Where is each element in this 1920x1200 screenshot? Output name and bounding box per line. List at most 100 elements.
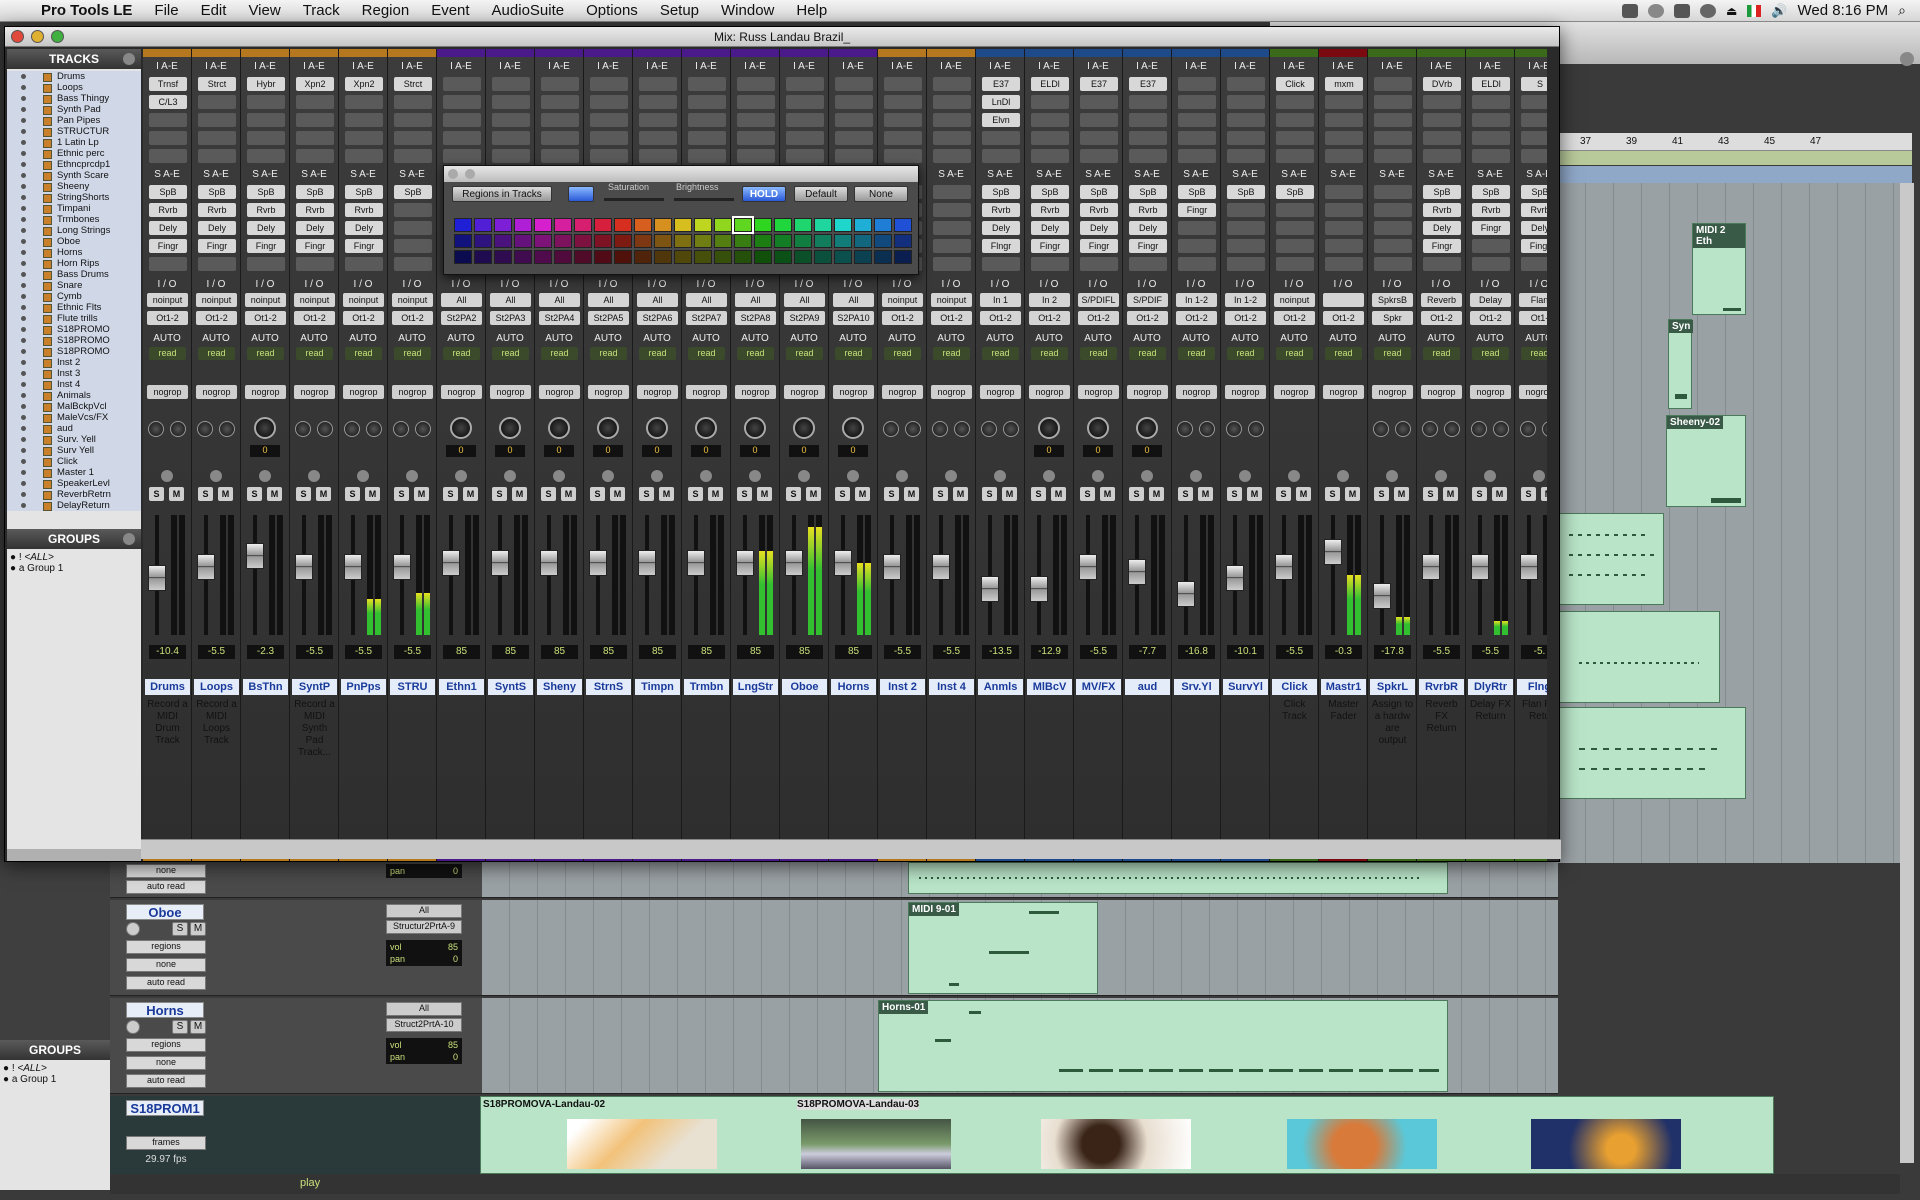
color-swatch[interactable] <box>514 234 532 248</box>
automation-mode[interactable]: read <box>1521 347 1547 360</box>
insert-slot[interactable]: DVrb <box>1423 77 1461 91</box>
insert-slot[interactable] <box>884 131 922 145</box>
color-swatch[interactable] <box>874 250 892 264</box>
group-selector[interactable]: nogrop <box>784 385 825 399</box>
insert-slot[interactable] <box>1423 149 1461 163</box>
menu-region[interactable]: Region <box>351 2 421 19</box>
send-slot[interactable]: Dely <box>982 221 1020 235</box>
send-slot[interactable]: Rvrb <box>1423 203 1461 217</box>
fader-handle[interactable] <box>1079 553 1097 580</box>
sync-icon[interactable] <box>1648 3 1665 18</box>
color-swatch[interactable] <box>814 250 832 264</box>
insert-slot[interactable] <box>492 131 530 145</box>
fader-handle[interactable] <box>1422 553 1440 580</box>
insert-slot[interactable] <box>737 113 775 127</box>
color-swatch[interactable] <box>814 234 832 248</box>
record-button[interactable] <box>846 469 860 483</box>
midi-region[interactable] <box>908 862 1448 894</box>
automation-mode[interactable]: read <box>590 347 627 360</box>
fader-handle[interactable] <box>295 553 313 580</box>
input-selector[interactable]: Flan <box>1519 293 1547 307</box>
group-selector[interactable]: nogrop <box>392 385 433 399</box>
solo-button[interactable]: S <box>1031 487 1046 501</box>
color-swatch[interactable] <box>894 250 912 264</box>
mute-button[interactable]: M <box>708 487 723 501</box>
input-selector[interactable]: noinput <box>245 293 286 307</box>
insert-slot[interactable] <box>786 77 824 91</box>
solo-button[interactable]: S <box>345 487 360 501</box>
view-selector[interactable]: regions <box>126 940 206 954</box>
mute-button[interactable]: M <box>190 1020 206 1034</box>
track-name[interactable]: SurvYl <box>1223 679 1268 695</box>
send-slot[interactable]: Rvrb <box>296 203 334 217</box>
record-button[interactable] <box>1189 469 1203 483</box>
insert-slot[interactable] <box>1178 95 1216 109</box>
insert-slot[interactable] <box>1374 113 1412 127</box>
mute-button[interactable]: M <box>463 487 478 501</box>
send-slot[interactable]: SpB <box>149 185 187 199</box>
insert-slot[interactable]: mxm <box>1325 77 1363 91</box>
insert-slot[interactable] <box>590 77 628 91</box>
solo-button[interactable]: S <box>933 487 948 501</box>
mute-button[interactable]: M <box>806 487 821 501</box>
record-button[interactable] <box>1336 469 1350 483</box>
insert-slot[interactable] <box>786 149 824 163</box>
input-selector[interactable]: All <box>441 293 482 307</box>
fader-handle[interactable] <box>1324 539 1342 566</box>
mute-button[interactable]: M <box>561 487 576 501</box>
track-name[interactable]: aud <box>1125 679 1170 695</box>
track-name[interactable]: Inst 4 <box>929 679 974 695</box>
mute-button[interactable]: M <box>659 487 674 501</box>
insert-slot[interactable] <box>1325 95 1363 109</box>
insert-slot[interactable] <box>884 95 922 109</box>
fader-handle[interactable] <box>1030 575 1048 602</box>
insert-slot[interactable] <box>1276 95 1314 109</box>
insert-slot[interactable] <box>1080 131 1118 145</box>
input-selector[interactable]: noinput <box>882 293 923 307</box>
automation-mode[interactable]: read <box>443 347 480 360</box>
send-slot[interactable]: SpB <box>1276 185 1314 199</box>
output-selector[interactable]: Ot1-2 <box>1127 311 1168 325</box>
comment-field[interactable] <box>733 699 778 769</box>
insert-slot[interactable] <box>1031 149 1069 163</box>
palette-mode-select[interactable]: Regions in Tracks <box>452 186 552 202</box>
send-slot[interactable]: Fingr <box>1472 221 1510 235</box>
output-selector[interactable]: Struct2PrtA-10 <box>386 1018 462 1032</box>
color-swatch[interactable] <box>634 218 652 232</box>
solo-button[interactable]: S <box>149 487 164 501</box>
input-selector[interactable]: S/PDIFL <box>1078 293 1119 307</box>
output-selector[interactable]: Ot1-2 <box>147 311 188 325</box>
pan-knob-right[interactable] <box>219 421 235 437</box>
input-selector[interactable]: All <box>490 293 531 307</box>
mute-button[interactable]: M <box>414 487 429 501</box>
insert-slot[interactable] <box>1374 131 1412 145</box>
insert-slot[interactable] <box>1178 149 1216 163</box>
comment-field[interactable]: Record a MIDI Drum Track <box>145 699 190 769</box>
mute-button[interactable]: M <box>1541 487 1547 501</box>
insert-slot[interactable] <box>492 77 530 91</box>
insert-slot[interactable] <box>688 95 726 109</box>
color-swatch[interactable] <box>732 216 754 234</box>
insert-slot[interactable] <box>394 95 432 109</box>
track-name[interactable]: Loops <box>194 679 239 695</box>
send-slot[interactable] <box>1129 257 1167 271</box>
insert-slot[interactable] <box>345 149 383 163</box>
fader-handle[interactable] <box>883 553 901 580</box>
send-slot[interactable] <box>247 257 285 271</box>
chevron-down-icon[interactable] <box>123 53 135 65</box>
insert-slot[interactable] <box>1129 149 1167 163</box>
groups-header[interactable]: GROUPS <box>0 1040 110 1060</box>
send-slot[interactable] <box>1374 239 1412 253</box>
group-row[interactable]: ● ! <ALL> <box>10 552 138 563</box>
track-list-item[interactable]: ReverbRetrn <box>7 489 141 500</box>
send-slot[interactable]: Rvrb <box>149 203 187 217</box>
color-swatch[interactable] <box>834 218 852 232</box>
track-list-item[interactable]: Inst 3 <box>7 368 141 379</box>
insert-slot[interactable] <box>1423 95 1461 109</box>
send-slot[interactable]: Fingr <box>149 239 187 253</box>
spotlight-icon[interactable]: ⌕ <box>1898 2 1906 19</box>
automation-mode[interactable]: read <box>786 347 823 360</box>
record-button[interactable] <box>1091 469 1105 483</box>
solo-button[interactable]: S <box>247 487 262 501</box>
pan-knob[interactable] <box>254 417 276 439</box>
